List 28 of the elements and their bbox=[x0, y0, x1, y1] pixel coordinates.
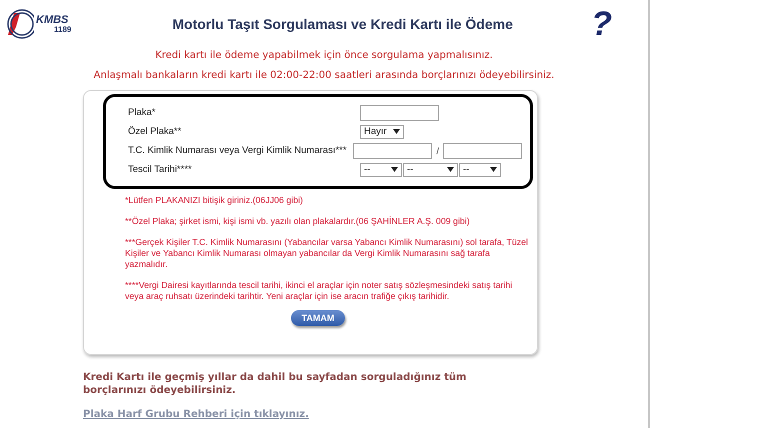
info-text: Kredi Kartı ile geçmiş yıllar da dahil bu sayfadan sorguladığınız tüm borçlarınızı ödeyebilirsiniz. bbox=[83, 371, 468, 397]
field-label: Plaka* bbox=[128, 107, 156, 118]
caret-icon bbox=[391, 167, 398, 172]
note-text: **Özel Plaka; şirket ismi, kişi ismi vb. yazılı olan plakalardır.(06 ŞAHİNLER A.Ş. 009 gibi) bbox=[125, 216, 471, 227]
caret-icon bbox=[447, 167, 454, 172]
select-field[interactable]: -- bbox=[360, 162, 402, 176]
input-field[interactable] bbox=[360, 104, 439, 120]
select-field[interactable]: -- bbox=[403, 162, 458, 176]
caret-icon bbox=[393, 129, 400, 134]
note-text: ***Gerçek Kişiler T.C. Kimlik Numarasını (Yabancılar varsa Yabancı Kimlik Numarasını) sol tarafa, Tüzel Kişiler ve Yabancı Kimlik Numarası olmayan yabancılar da Vergi Kimlik Numarasını sağ tarafa yazmalıdır. bbox=[125, 236, 530, 270]
logo-text: KMBS bbox=[36, 14, 70, 26]
input-field[interactable] bbox=[353, 142, 432, 158]
notice-text: Kredi kartı ile ödeme yapabilmek için önce sorgulama yapmalısınız. bbox=[154, 50, 494, 61]
page-title: Motorlu Taşıt Sorgulaması ve Kredi Kartı ile Ödeme bbox=[171, 16, 514, 32]
separator-text: / bbox=[435, 146, 440, 156]
note-text: *Lütfen PLAKANIZI bitişik giriniz.(06JJ06 gibi) bbox=[125, 195, 304, 206]
field-label: Tescil Tarihi**** bbox=[128, 164, 193, 175]
submit-button[interactable]: TAMAM bbox=[290, 310, 346, 326]
caret-icon bbox=[490, 167, 497, 172]
field-label: T.C. Kimlik Numarası veya Vergi Kimlik Numarası*** bbox=[128, 145, 348, 156]
help-icon[interactable]: ? bbox=[591, 7, 612, 41]
field-label: Özel Plaka** bbox=[128, 126, 182, 137]
notice-text: Anlaşmalı bankaların kredi kartı ile 02:00-22:00 saatleri arasında borçlarınızı ödeyebilirsiniz. bbox=[92, 70, 556, 81]
logo-number: 1189 bbox=[54, 26, 72, 34]
input-field[interactable] bbox=[443, 142, 522, 158]
select-field[interactable]: Hayır bbox=[360, 124, 404, 138]
note-text: ****Vergi Dairesi kayıtlarında tescil tarihi, ikinci el araçlar için noter satış sözleşmesindeki satış tarihi veya araç ruhsatı üzerindeki tarihtir. Yeni araçlar için ise aracın trafiğe çıkış tarihidir. bbox=[125, 280, 514, 302]
select-field[interactable]: -- bbox=[459, 162, 501, 176]
